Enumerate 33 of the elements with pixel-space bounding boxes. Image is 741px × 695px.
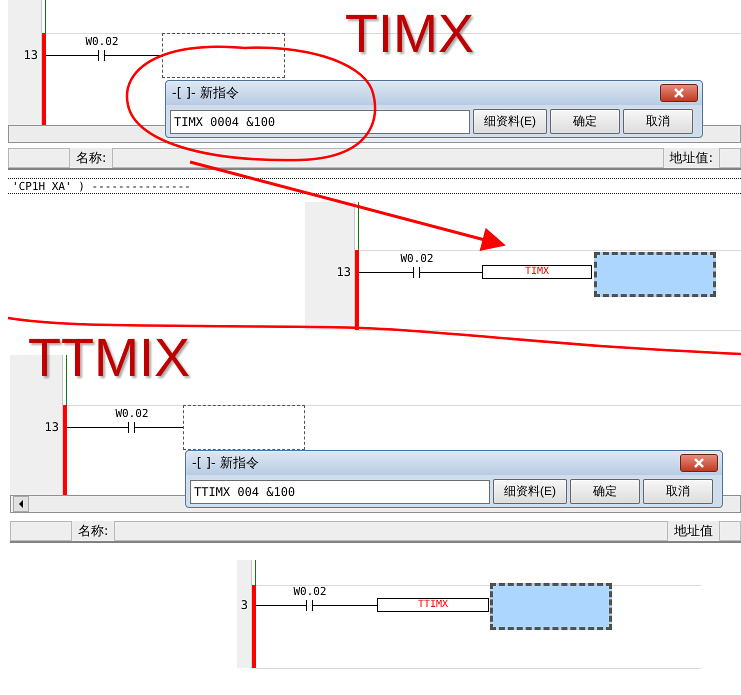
instruction-block: TIMX [482,265,592,279]
instruction-input[interactable]: TIMX 0004 &100 [170,110,470,134]
name-label: 名称: [77,523,110,540]
annotation-text: TIMX [345,4,474,64]
dialog-title: -[ ]- 新指令 [192,455,259,472]
contact-label: W0.02 [114,407,150,421]
annotation-text: TTMIX [28,328,190,388]
close-icon [673,87,685,99]
dialog-title: -[ ]- 新指令 [172,85,239,102]
instruction-block: TTIMX [377,598,489,612]
close-icon [693,457,705,469]
name-label: 名称: [75,150,108,167]
dialog-button[interactable]: 细资料(E) [473,109,547,134]
instruction-input[interactable]: TTIMX 004 &100 [190,480,490,504]
dialog-button[interactable]: 细资料(E) [493,479,567,504]
scroll-left-button[interactable] [13,496,29,512]
rung-number: 13 [44,419,59,435]
close-button[interactable] [680,454,718,472]
contact-label: W0.02 [84,35,120,49]
contact-label: W0.02 [399,252,435,266]
close-button[interactable] [660,84,698,102]
dialog-button[interactable]: 取消 [623,109,693,134]
contact-label: W0.02 [292,585,328,599]
left-arrow-icon [18,500,24,508]
dialog-button[interactable]: 确定 [550,109,620,134]
comment-text: 'CP1H XA' ) --------------- [8,178,741,194]
dialog-button[interactable]: 确定 [570,479,640,504]
rung-number: 3 [240,597,248,613]
address-label: 地址值: [668,150,714,167]
rung-number: 13 [22,47,38,63]
rung-number: 13 [336,264,351,280]
dialog-button[interactable]: 取消 [643,479,713,504]
address-label: 地址值 [673,523,714,540]
